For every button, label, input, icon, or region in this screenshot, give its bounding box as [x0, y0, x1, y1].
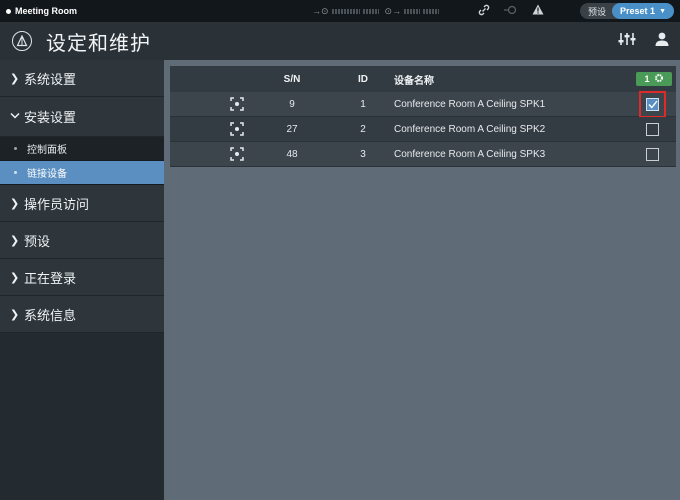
identify-target-icon[interactable]	[230, 122, 244, 136]
row-checkbox-cell	[646, 122, 659, 136]
table-row: 48 3 Conference Room A Ceiling SPK3	[170, 142, 676, 167]
sidebar-item-operator-access[interactable]: ❯ 操作员访问	[0, 185, 164, 222]
sidebar-item-presets[interactable]: ❯ 预设	[0, 222, 164, 259]
room-name: Meeting Room	[15, 6, 77, 16]
titlebar-actions	[618, 22, 670, 60]
sidebar-subitem-linked-devices[interactable]: 链接设备	[0, 161, 164, 185]
chevron-right-icon: ❯	[10, 271, 20, 284]
row-checkbox-cell	[639, 90, 666, 118]
bullet-icon	[14, 171, 17, 174]
status-dot-icon	[6, 8, 11, 14]
column-header-device-name: 设备名称	[394, 75, 434, 87]
sidebar-item-label: 正在登录	[24, 270, 77, 286]
page-title: 设定和维护	[46, 32, 151, 55]
sidebar-item-label: 预设	[24, 233, 51, 249]
table-row: 9 1 Conference Room A Ceiling SPK1	[170, 90, 676, 118]
warning-icon	[532, 4, 544, 18]
cell-id: 3	[360, 148, 366, 160]
input-meter-bars	[331, 8, 360, 14]
chevron-down-icon	[10, 111, 24, 123]
preset-dropdown[interactable]: Preset 1 ▼	[612, 3, 674, 19]
device-checkbox[interactable]	[646, 122, 659, 136]
link-icon	[478, 4, 490, 19]
identify-target-icon[interactable]	[230, 97, 244, 111]
device-settings-button[interactable]: 1	[636, 72, 672, 86]
sidebar-item-installation-settings[interactable]: 安装设置	[0, 97, 164, 137]
cell-device-name: Conference Room A Ceiling SPK1	[394, 98, 546, 110]
output-meter-bars-2	[423, 8, 440, 14]
sidebar: ❯ 系统设置 安装设置 控制面板 链接设备 ❯ 操作员访问 ❯ 预设 ❯ 正在登…	[0, 60, 164, 500]
audio-technica-logo-icon	[12, 31, 32, 51]
sidebar-subitem-control-panel[interactable]: 控制面板	[0, 137, 164, 161]
sidebar-item-label: 系统设置	[24, 71, 77, 87]
input-arrow-icon: →⊙	[312, 5, 329, 16]
title-bar: 设定和维护	[0, 22, 680, 60]
cell-sn: 48	[286, 148, 298, 160]
status-bar: Meeting Room →⊙ ⊙→ 预设 Preset 1 ▼	[0, 0, 680, 22]
table-row: 27 2 Conference Room A Ceiling SPK2	[170, 117, 676, 142]
cell-id: 1	[360, 98, 366, 110]
cell-id: 2	[360, 123, 366, 135]
column-header-id: ID	[358, 73, 368, 85]
row-checkbox-cell	[646, 147, 659, 161]
chevron-right-icon: ❯	[10, 72, 20, 85]
cell-device-name: Conference Room A Ceiling SPK2	[394, 123, 546, 135]
status-icons	[478, 0, 544, 22]
output-meter-bars	[404, 8, 421, 14]
chevron-right-icon: ❯	[10, 234, 20, 247]
chevron-right-icon: ❯	[10, 197, 20, 210]
sidebar-item-logging[interactable]: ❯ 正在登录	[0, 259, 164, 296]
output-meter: ⊙→	[385, 6, 440, 17]
sidebar-subitem-label: 控制面板	[27, 145, 67, 156]
room-indicator: Meeting Room	[0, 6, 77, 16]
chevron-down-icon: ▼	[659, 7, 666, 15]
highlight-box	[639, 90, 666, 118]
record-icon	[504, 5, 518, 18]
gear-icon	[654, 73, 664, 85]
input-meter-bars-2	[362, 8, 379, 14]
linked-devices-panel: S/N ID 设备名称 1 9 1 Conference Room A Ceil…	[170, 66, 676, 167]
cell-sn: 27	[286, 123, 298, 135]
badge-count: 1	[644, 74, 650, 84]
mixer-sliders-icon[interactable]	[618, 31, 636, 52]
table-header: S/N ID 设备名称 1	[170, 66, 676, 92]
sidebar-subitem-label: 链接设备	[27, 169, 67, 180]
preset-value: Preset 1	[620, 6, 656, 16]
sidebar-item-label: 操作员访问	[24, 196, 90, 212]
preset-selector[interactable]: 预设 Preset 1 ▼	[580, 3, 674, 19]
sidebar-item-system-info[interactable]: ❯ 系统信息	[0, 296, 164, 333]
output-arrow-icon: ⊙→	[384, 5, 402, 16]
input-meter: →⊙	[312, 6, 379, 17]
bullet-icon	[14, 147, 17, 150]
cell-sn: 9	[289, 98, 295, 110]
cell-device-name: Conference Room A Ceiling SPK3	[394, 148, 546, 160]
column-header-sn: S/N	[283, 73, 301, 85]
level-meters: →⊙ ⊙→	[312, 0, 440, 22]
sidebar-item-system-settings[interactable]: ❯ 系统设置	[0, 60, 164, 97]
device-checkbox[interactable]	[646, 147, 659, 161]
sidebar-item-label: 安装设置	[24, 110, 77, 125]
preset-label: 预设	[588, 6, 607, 17]
chevron-right-icon: ❯	[10, 308, 20, 321]
user-icon[interactable]	[654, 31, 670, 52]
sidebar-item-label: 系统信息	[24, 307, 77, 323]
identify-target-icon[interactable]	[230, 147, 244, 161]
